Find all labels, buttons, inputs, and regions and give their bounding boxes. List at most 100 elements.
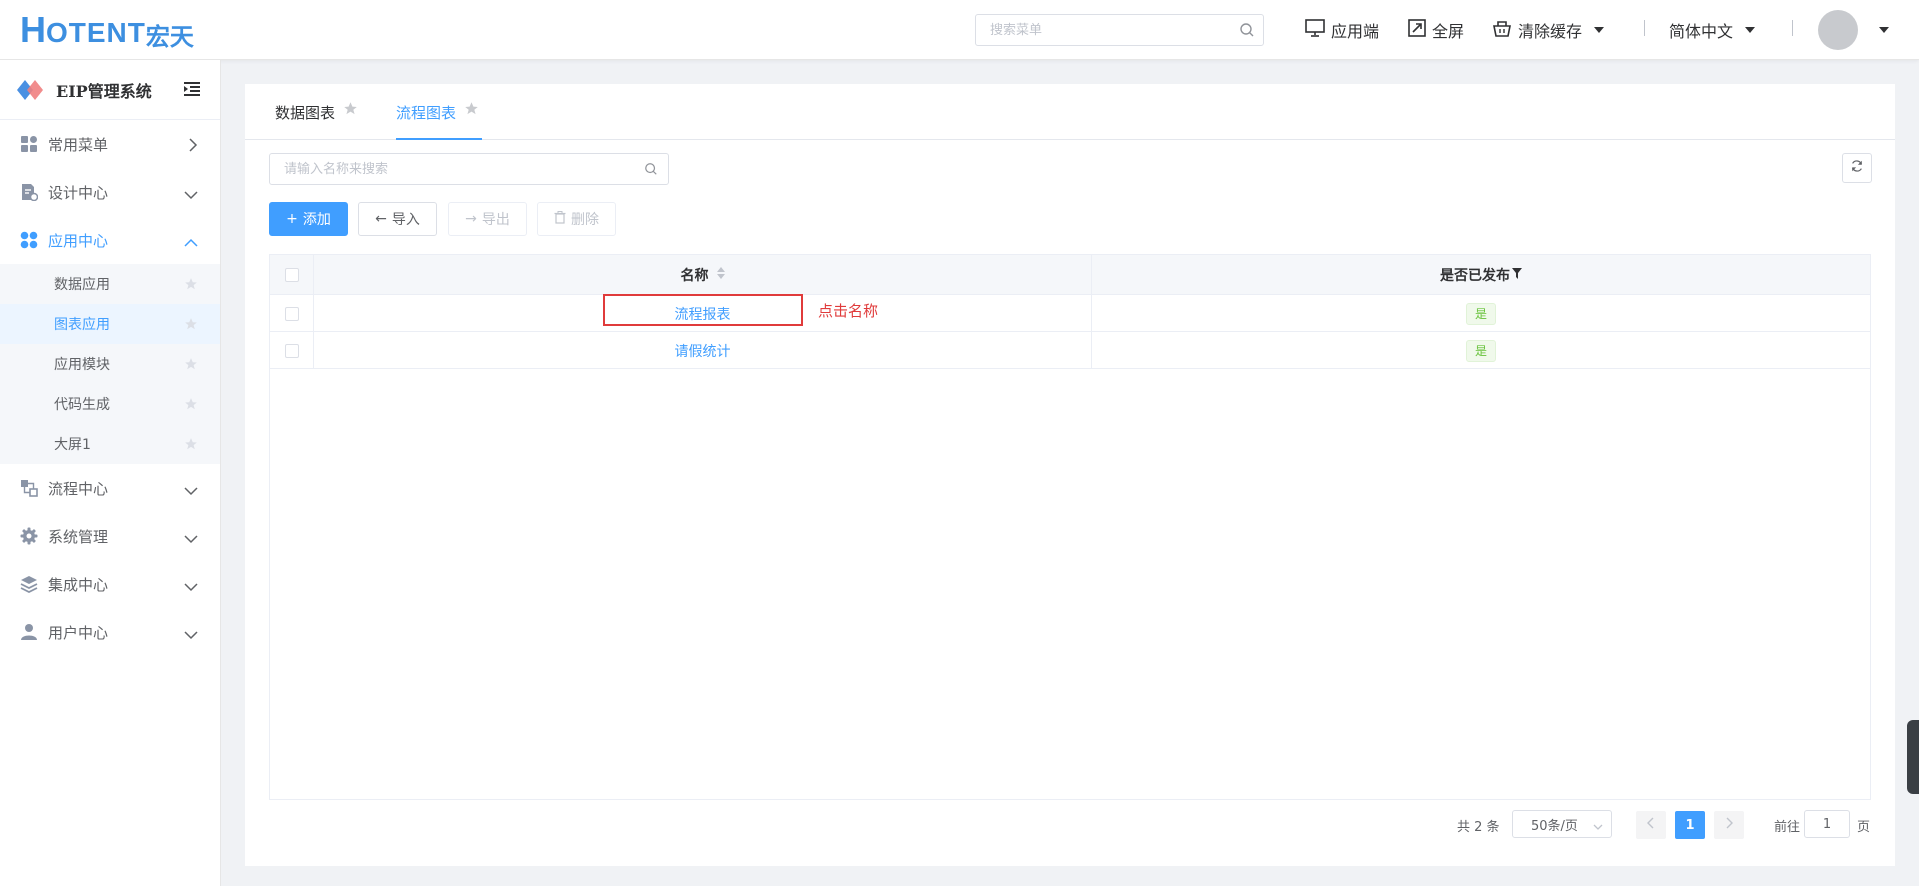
- chevron-down-icon: [1593, 820, 1603, 835]
- fullscreen-button[interactable]: 全屏: [1408, 18, 1464, 42]
- page-number-button[interactable]: 1: [1675, 811, 1705, 839]
- import-label: 导入: [391, 212, 420, 228]
- sidebar-subitem-app-module[interactable]: 应用模块: [0, 344, 220, 384]
- table-row: 流程报表 是: [270, 295, 1870, 332]
- star-icon[interactable]: [184, 437, 198, 455]
- sidebar-subitem-code-gen[interactable]: 代码生成: [0, 384, 220, 424]
- header-divider: [1792, 20, 1793, 36]
- sidebar-item-user-center[interactable]: 用户中心: [0, 608, 220, 656]
- search-icon[interactable]: [644, 162, 658, 180]
- chevron-down-icon: [184, 482, 198, 500]
- column-label: 是否已发布: [1440, 268, 1510, 284]
- status-badge: 是: [1465, 339, 1496, 362]
- app-client-label: 应用端: [1331, 22, 1380, 41]
- goto-label: 前往: [1774, 820, 1801, 835]
- star-icon[interactable]: [184, 317, 198, 335]
- sidebar-subitem-big-screen[interactable]: 大屏1: [0, 424, 220, 464]
- prev-page-button[interactable]: [1636, 811, 1666, 839]
- star-icon[interactable]: [184, 357, 198, 375]
- filter-icon[interactable]: [1512, 267, 1522, 283]
- caret-down-icon: [1745, 27, 1756, 33]
- chevron-left-icon: [1647, 817, 1655, 833]
- name-search-input[interactable]: [284, 154, 644, 184]
- app-client-button[interactable]: 应用端: [1305, 18, 1379, 42]
- hotent-logo[interactable]: H OTENT 宏天: [20, 9, 194, 51]
- chart-name-link[interactable]: 请假统计: [675, 341, 731, 361]
- star-icon[interactable]: [184, 277, 198, 295]
- chevron-down-icon: [184, 530, 198, 548]
- expand-icon: [1408, 19, 1432, 41]
- sidebar: EIP管理系统 常用菜单 设计中心 应用中心 数据应用 图表应用 应用模块 代码…: [0, 60, 221, 886]
- name-cell: 请假统计: [314, 332, 1092, 369]
- sidebar-item-system-management[interactable]: 系统管理: [0, 512, 220, 560]
- row-checkbox[interactable]: [284, 343, 299, 358]
- sidebar-subitem-chart-app[interactable]: 图表应用: [0, 304, 220, 344]
- select-all-checkbox[interactable]: [284, 268, 299, 282]
- sidebar-item-label: 集成中心: [48, 575, 109, 594]
- monitor-icon: [1305, 19, 1331, 41]
- sort-icon[interactable]: [716, 267, 725, 283]
- chevron-right-icon: [1725, 817, 1733, 833]
- chevron-right-icon: [188, 138, 198, 156]
- avatar[interactable]: [1818, 10, 1858, 50]
- star-icon[interactable]: [184, 397, 198, 415]
- search-icon[interactable]: [1239, 22, 1255, 42]
- fullscreen-label: 全屏: [1432, 22, 1465, 41]
- delete-label: 删除: [571, 212, 599, 228]
- sidebar-item-common-menu[interactable]: 常用菜单: [0, 120, 220, 168]
- row-checkbox[interactable]: [284, 306, 299, 321]
- tab-flow-chart[interactable]: 流程图表: [396, 84, 479, 140]
- name-search[interactable]: [269, 153, 669, 185]
- caret-down-icon[interactable]: [1879, 27, 1889, 33]
- main-card: 数据图表 流程图表 + 添加 ← 导入 → 导出 删除: [245, 84, 1895, 866]
- collapse-menu-icon[interactable]: [184, 82, 200, 100]
- sidebar-subitem-label: 大屏1: [54, 437, 91, 453]
- sidebar-item-label: 系统管理: [48, 527, 109, 546]
- column-label: 名称: [680, 268, 709, 284]
- layers-icon: [20, 575, 38, 594]
- sidebar-item-app-center[interactable]: 应用中心: [0, 216, 220, 264]
- user-icon: [20, 623, 38, 641]
- trash-icon: [554, 210, 566, 228]
- sidebar-subitem-label: 图表应用: [54, 317, 110, 333]
- table-row: 请假统计 是: [270, 332, 1870, 369]
- apps-icon: [20, 231, 38, 249]
- menu-search[interactable]: [975, 14, 1264, 46]
- add-label: 添加: [302, 212, 331, 228]
- top-header: H OTENT 宏天 应用端 全屏 清除缓存 简体中文: [0, 0, 1919, 60]
- add-button[interactable]: + 添加: [269, 202, 348, 236]
- logo-letter: H: [20, 9, 46, 50]
- sidebar-item-flow-center[interactable]: 流程中心: [0, 464, 220, 512]
- basket-icon: [1492, 19, 1518, 41]
- floating-side-widget[interactable]: [1907, 720, 1919, 794]
- column-name-header[interactable]: 名称: [314, 255, 1092, 295]
- next-page-button[interactable]: [1714, 811, 1744, 839]
- sidebar-item-design-center[interactable]: 设计中心: [0, 168, 220, 216]
- star-icon[interactable]: [343, 101, 358, 120]
- refresh-icon: [1850, 159, 1864, 177]
- row-select-cell: [270, 295, 314, 332]
- system-title-bar: EIP管理系统: [0, 60, 220, 120]
- caret-down-icon: [1594, 27, 1605, 33]
- sidebar-item-label: 用户中心: [48, 623, 109, 642]
- column-published-header[interactable]: 是否已发布: [1092, 255, 1870, 295]
- star-icon[interactable]: [464, 101, 479, 120]
- page-size-select[interactable]: 50条/页: [1512, 810, 1612, 838]
- eip-logo-icon: [16, 76, 44, 104]
- refresh-button[interactable]: [1842, 153, 1872, 183]
- tab-data-chart[interactable]: 数据图表: [275, 84, 358, 140]
- menu-search-input[interactable]: [990, 15, 1230, 45]
- chevron-down-icon: [184, 186, 198, 204]
- tab-label: 流程图表: [396, 103, 457, 122]
- goto-page-input[interactable]: [1804, 810, 1850, 838]
- delete-button[interactable]: 删除: [537, 202, 616, 236]
- export-button[interactable]: → 导出: [448, 202, 527, 236]
- clear-cache-button[interactable]: 清除缓存: [1492, 18, 1605, 42]
- sidebar-subitem-data-app[interactable]: 数据应用: [0, 264, 220, 304]
- import-button[interactable]: ← 导入: [358, 202, 437, 236]
- flow-icon: [20, 479, 38, 497]
- language-label: 简体中文: [1669, 22, 1734, 41]
- published-cell: 是: [1092, 295, 1870, 332]
- language-select[interactable]: 简体中文: [1669, 18, 1756, 42]
- sidebar-item-integration-center[interactable]: 集成中心: [0, 560, 220, 608]
